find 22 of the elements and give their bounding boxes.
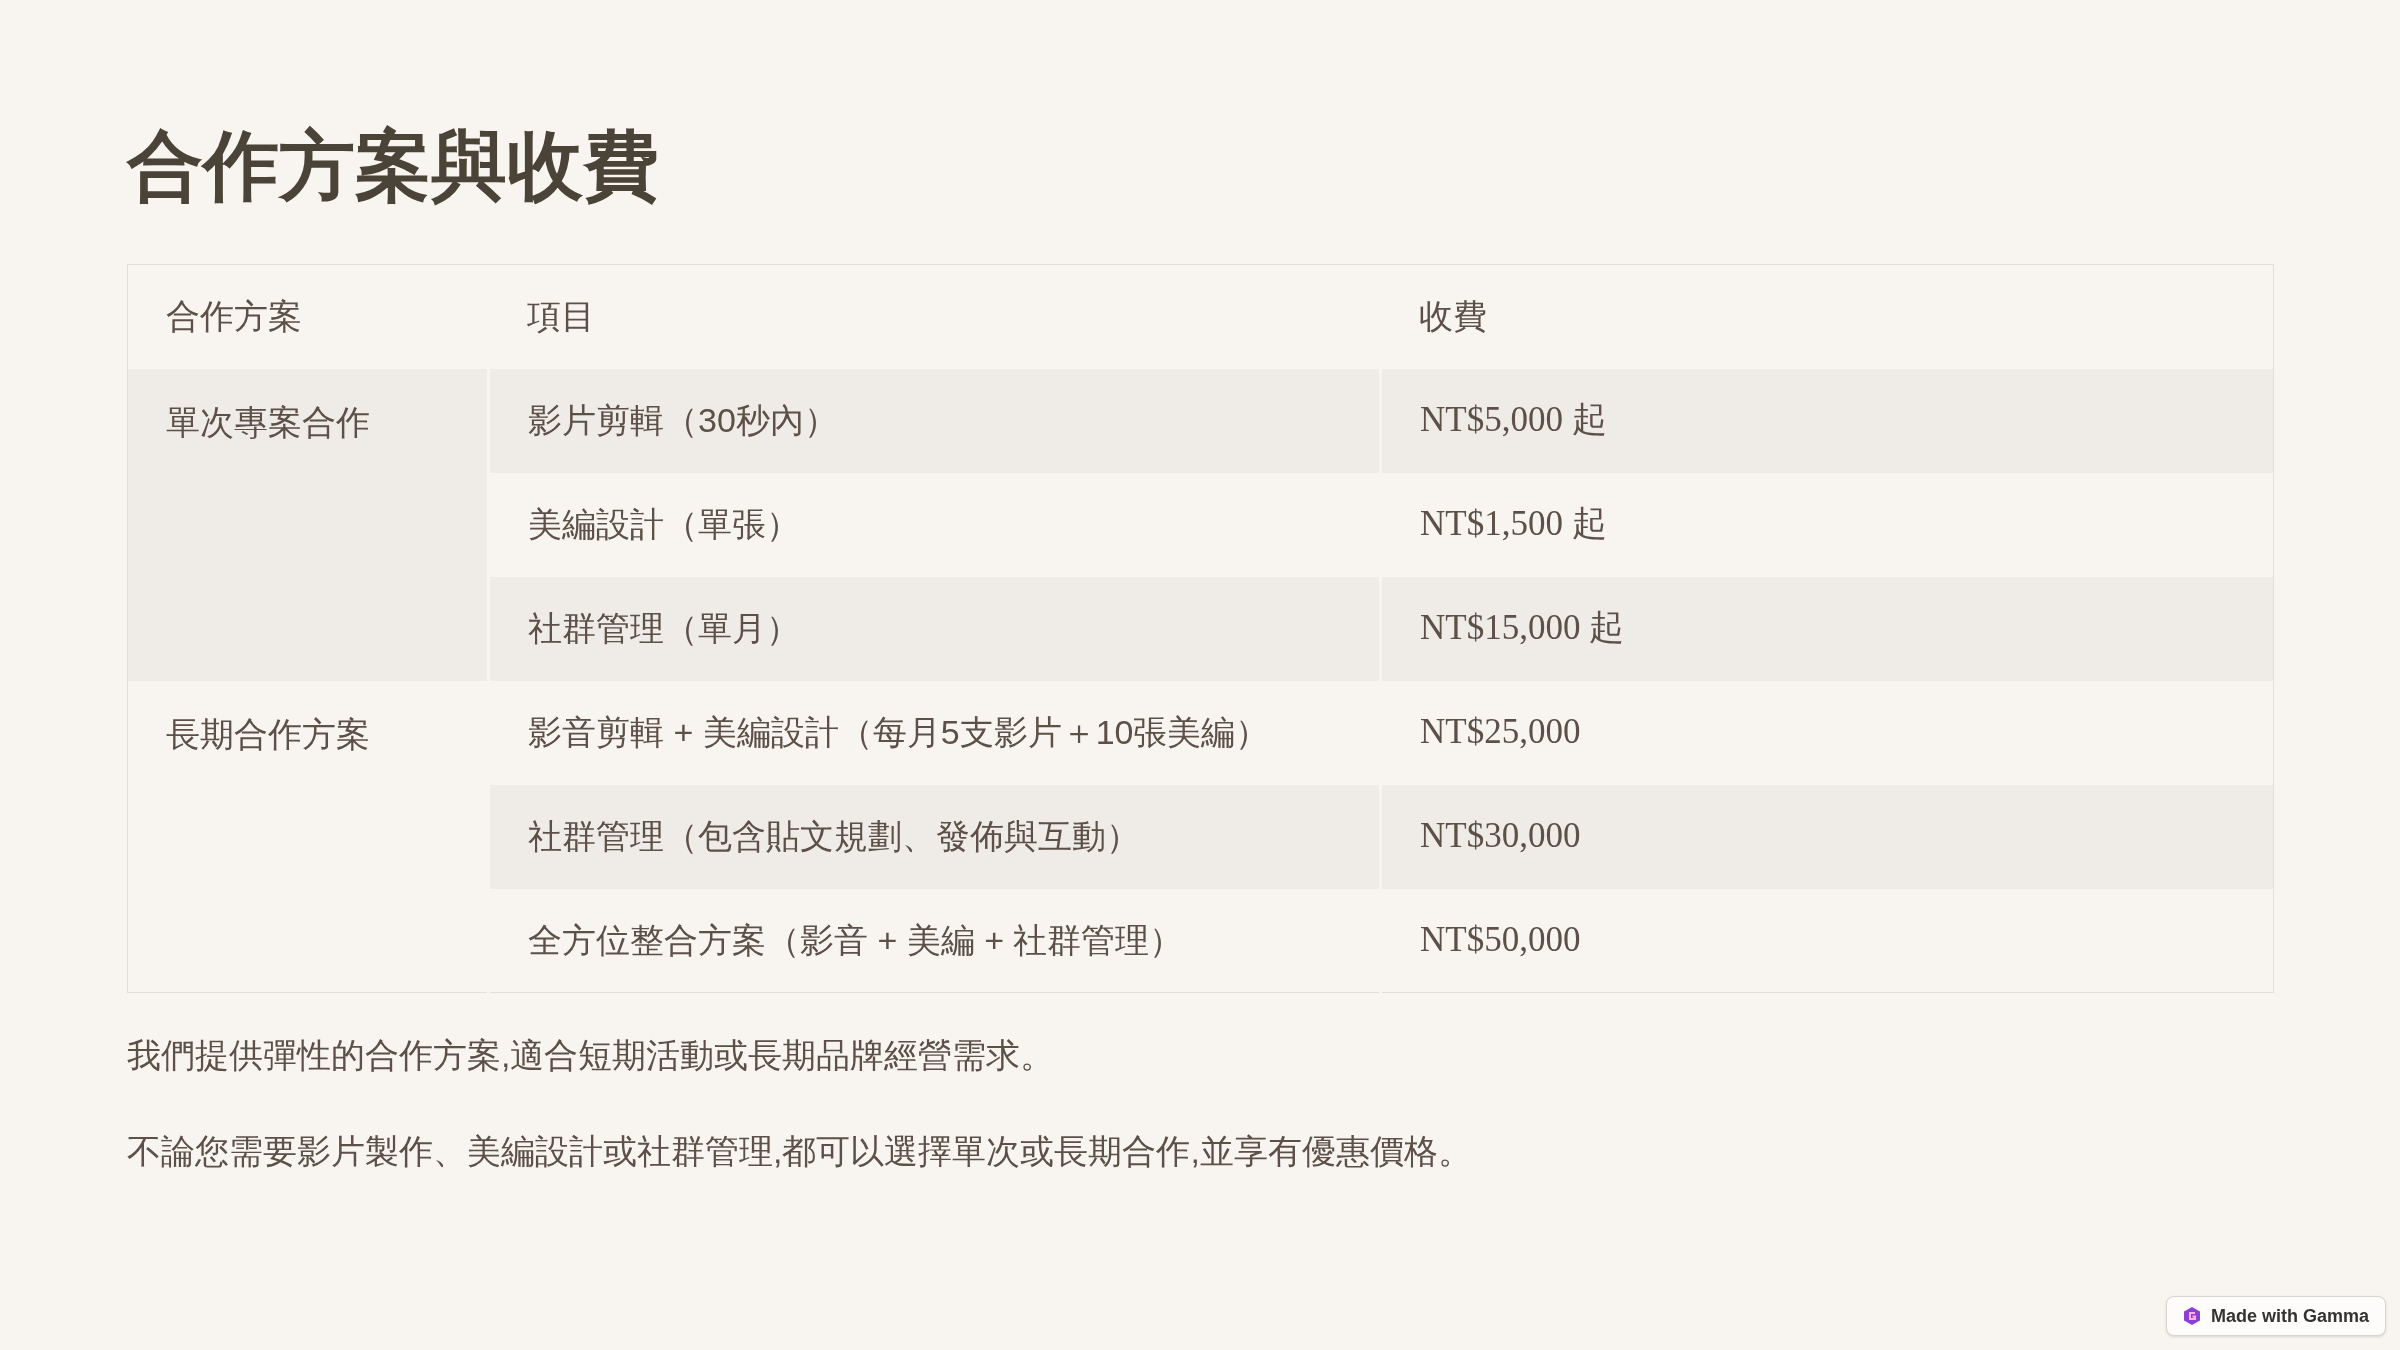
item-cell: 社群管理（包含貼文規劃、發佈與互動） [528,817,1140,855]
item-cell: 社群管理（單月） [528,609,800,647]
logo-icon [2182,1306,2201,1326]
body-paragraph: 我們提供彈性的合作方案,適合短期活動或長期品牌經營需求。 [127,1035,1055,1076]
fee-cell: NT$30,000 [1420,816,1581,856]
column-header: 收費 [1418,297,1487,336]
column-header: 合作方案 [166,297,302,336]
badge-label: Made with Gamma [2210,1304,2369,1328]
plan-cell: 長期合作方案 [166,714,370,753]
item-cell: 影片剪輯（30秒內） [528,401,838,439]
fee-cell: NT$25,000 [1420,712,1581,752]
made-with-badge[interactable]: Made with Gamma [2165,1296,2386,1336]
item-cell: 影音剪輯 + 美編設計（每月5支影片＋10張美編） [528,713,1270,751]
body-paragraph: 不論您需要影片製作、美編設計或社群管理,都可以選擇單次或長期合作,並享有優惠價格。 [127,1131,1472,1173]
plan-cell: 單次專案合作 [166,402,370,441]
fee-cell: NT$5,000 起 [1420,400,1607,440]
item-cell: 美編設計（單張） [528,505,800,543]
fee-cell: NT$1,500 起 [1420,504,1607,544]
fee-cell: NT$15,000 起 [1420,608,1625,648]
item-cell: 全方位整合方案（影音 + 美編 + 社群管理） [528,920,1184,959]
fee-cell: NT$50,000 [1420,920,1581,959]
column-header: 項目 [526,297,595,336]
